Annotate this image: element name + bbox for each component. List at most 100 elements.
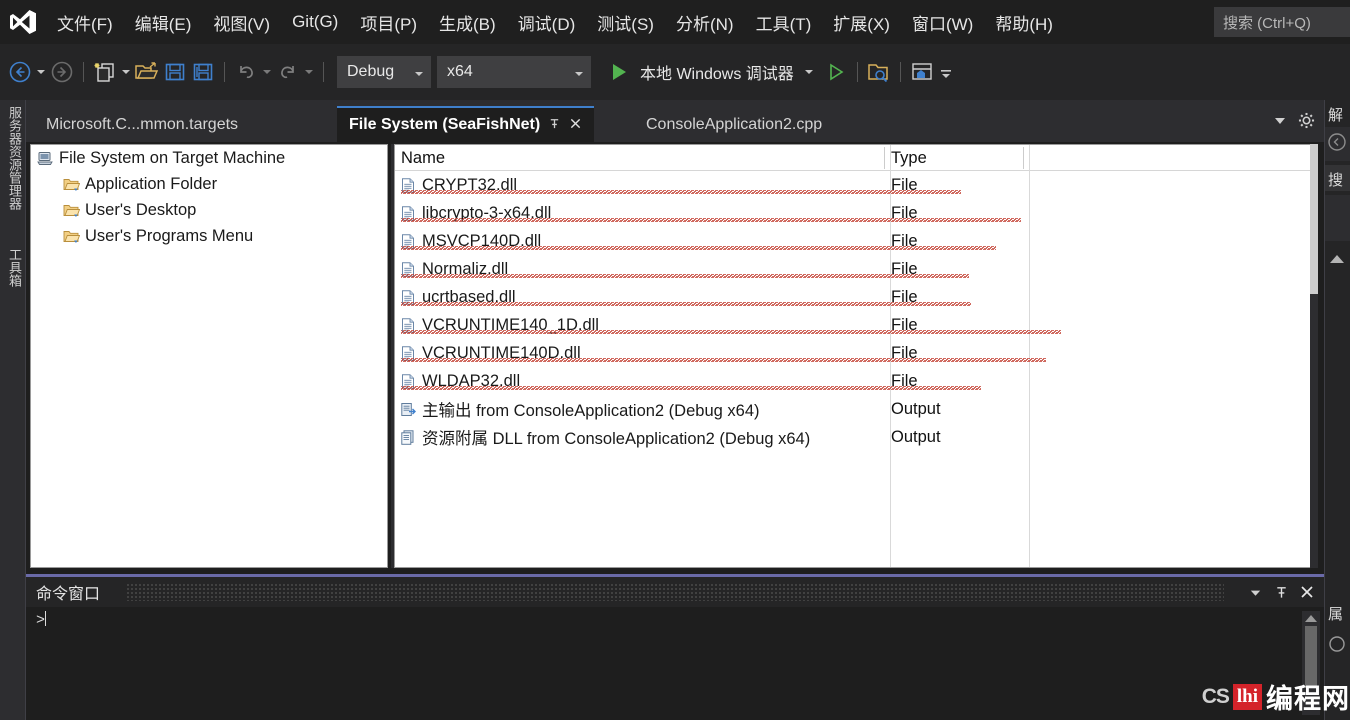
cell-name[interactable]: MSVCP140D.dll [395,232,996,251]
pin-icon[interactable] [1268,579,1294,605]
scroll-up-arrow-icon[interactable] [1305,615,1317,622]
table-row[interactable]: MSVCP140D.dll File [395,227,1317,255]
cell-name[interactable]: Normaliz.dll [395,260,969,279]
redo-dropdown-icon[interactable] [302,70,316,74]
table-row[interactable]: 资源附属 DLL from ConsoleApplication2 (Debug… [395,423,1317,451]
table-row[interactable]: WLDAP32.dll File [395,367,1317,395]
new-item-dropdown-icon[interactable] [119,70,133,74]
cell-name[interactable]: CRYPT32.dll [395,176,961,195]
close-icon[interactable] [1294,579,1320,605]
table-row[interactable]: ucrtbased.dll File [395,283,1317,311]
cell-name[interactable]: ucrtbased.dll [395,288,971,307]
scroll-up-arrow-icon[interactable] [1330,255,1344,263]
menu-item-test[interactable]: 测试(S) [586,6,665,39]
pin-icon[interactable] [548,117,561,133]
table-row[interactable]: Normaliz.dll File [395,255,1317,283]
navigate-back-icon[interactable] [6,56,34,88]
command-window-body[interactable]: > [26,607,1324,720]
run-dropdown-icon[interactable] [802,70,816,74]
start-debugging-button[interactable]: 本地 Windows 调试器 [640,60,794,84]
menu-item-window[interactable]: 窗口(W) [901,6,984,39]
file-system-editor: File System on Target Machine Applicatio… [28,142,1320,570]
menu-item-tools[interactable]: 工具(T) [745,6,823,39]
new-item-icon[interactable] [91,56,119,88]
spellcheck-squiggle [401,273,969,278]
tree-node-users-desktop[interactable]: User's Desktop [31,197,387,223]
play-outline-icon[interactable] [822,56,850,88]
global-search-input[interactable]: 搜索 (Ctrl+Q) [1214,7,1350,37]
tree-node-users-programs-menu[interactable]: User's Programs Menu [31,223,387,249]
table-row[interactable]: VCRUNTIME140D.dll File [395,339,1317,367]
window-home-icon[interactable] [908,56,936,88]
designer-vertical-scrollbar[interactable] [1310,144,1318,568]
tree-node-application-folder[interactable]: Application Folder [31,171,387,197]
menu-item-git[interactable]: Git(G) [281,8,349,36]
tree-node-file-system-on-target-machine[interactable]: File System on Target Machine [31,145,387,171]
column-header-name[interactable]: Name [395,145,885,170]
menu-item-edit[interactable]: 编辑(E) [124,6,203,39]
save-all-icon[interactable] [189,56,217,88]
right-dock-sidebar: 解 搜 属 [1324,100,1350,720]
table-row[interactable]: VCRUNTIME140_1D.dll File [395,311,1317,339]
cell-name[interactable]: VCRUNTIME140D.dll [395,344,1046,363]
cell-name[interactable]: 主输出 from ConsoleApplication2 (Debug x64) [395,397,885,421]
open-file-icon[interactable] [133,56,161,88]
tab-label: ConsoleApplication2.cpp [646,116,823,133]
cell-name[interactable]: VCRUNTIME140_1D.dll [395,316,1061,335]
left-dock-sidebar: 服务器资源管理器 工具箱 [0,100,26,720]
menu-item-file[interactable]: 文件(F) [46,6,124,39]
toolbar-divider [856,62,858,82]
document-tab-bar: Microsoft.C...mmon.targets File System (… [26,100,1324,142]
menu-item-analyze[interactable]: 分析(N) [665,6,745,39]
file-list-view[interactable]: Name Type CRYPT32.dll File libcrypto-3-x64… [394,144,1318,568]
platform-combobox[interactable]: x64 [437,56,591,88]
column-divider [1029,145,1030,567]
tab-list-dropdown-icon[interactable] [1272,112,1288,128]
standard-toolbar: Debug x64 本地 Windows 调试器 [0,44,1350,100]
undo-icon[interactable] [232,56,260,88]
circle-back-icon[interactable] [1327,132,1347,157]
folder-icon [61,229,81,244]
sidebar-item-toolbox[interactable]: 工具箱 [5,248,24,287]
menu-item-build[interactable]: 生成(B) [428,6,507,39]
solution-explorer-search-input[interactable]: 搜 [1325,165,1350,191]
folder-search-icon[interactable] [865,56,893,88]
menu-item-help[interactable]: 帮助(H) [984,6,1064,39]
tab-microsoft-common-targets[interactable]: Microsoft.C...mmon.targets [34,108,251,142]
tab-file-system-seafishnet[interactable]: File System (SeaFishNet) [337,106,595,142]
properties-panel-label[interactable]: 属 [1325,599,1350,624]
play-icon[interactable] [605,56,633,88]
watermark-text: 编程网 [1266,684,1350,714]
table-row[interactable]: CRYPT32.dll File [395,171,1317,199]
navigate-forward-icon[interactable] [48,56,76,88]
tab-consoleapplication2-cpp[interactable]: ConsoleApplication2.cpp [634,108,835,142]
command-window-titlebar[interactable]: 命令窗口 [26,577,1324,607]
solution-explorer-label[interactable]: 解 [1325,100,1350,125]
close-icon[interactable] [569,117,582,133]
cell-name[interactable]: 资源附属 DLL from ConsoleApplication2 (Debug… [395,425,885,449]
table-row[interactable]: 主输出 from ConsoleApplication2 (Debug x64)… [395,395,1317,423]
column-header-filler [1024,145,1317,170]
save-icon[interactable] [161,56,189,88]
redo-icon[interactable] [274,56,302,88]
menu-item-project[interactable]: 项目(P) [349,6,428,39]
sidebar-item-server-explorer[interactable]: 服务器资源管理器 [5,106,24,210]
toolbar-overflow-icon[interactable] [936,56,956,88]
properties-icon[interactable] [1328,635,1346,658]
menu-item-view[interactable]: 视图(V) [202,6,281,39]
menu-item-debug[interactable]: 调试(D) [507,6,587,39]
table-row[interactable]: libcrypto-3-x64.dll File [395,199,1317,227]
cell-name[interactable]: libcrypto-3-x64.dll [395,204,1021,223]
tab-label: Microsoft.C...mmon.targets [46,116,239,133]
configuration-combobox[interactable]: Debug [337,56,431,88]
command-window-dropdown-icon[interactable] [1242,579,1268,605]
undo-dropdown-icon[interactable] [260,70,274,74]
cell-name[interactable]: WLDAP32.dll [395,372,981,391]
column-header-type[interactable]: Type [885,145,1024,170]
gear-icon[interactable] [1298,112,1315,129]
command-prompt-line[interactable]: > [26,607,1324,629]
navigate-back-dropdown-icon[interactable] [34,70,48,74]
file-system-tree[interactable]: File System on Target Machine Applicatio… [30,144,388,568]
solution-explorer-scroll[interactable] [1325,241,1350,301]
menu-item-extensions[interactable]: 扩展(X) [822,6,901,39]
